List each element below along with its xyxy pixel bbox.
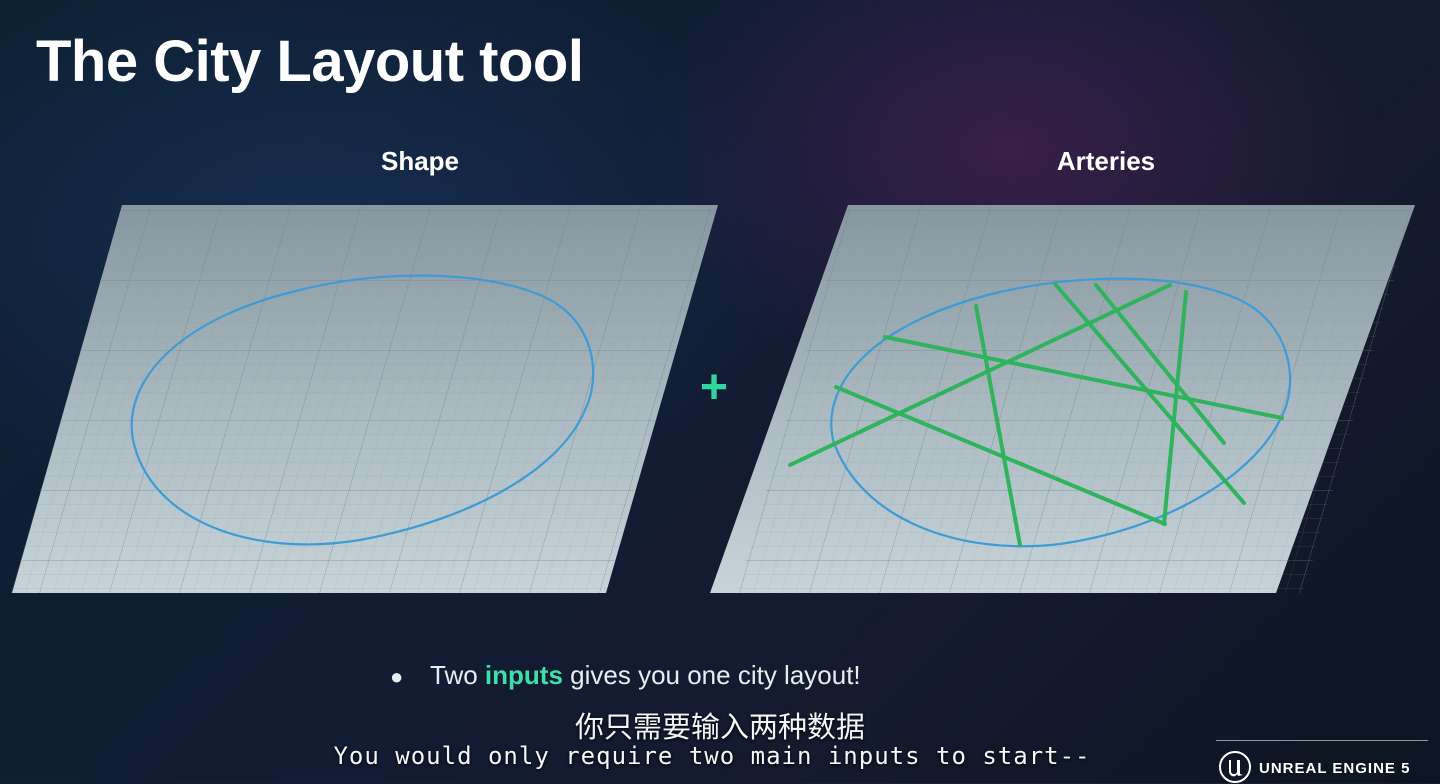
arteries-panel	[710, 205, 1415, 593]
bullet-text-after: gives you one city layout!	[562, 660, 861, 690]
bullet-point: ● Two inputs gives you one city layout!	[390, 660, 861, 691]
shape-panel	[10, 205, 718, 593]
unreal-engine-wordmark: UNREAL ENGINE 5	[1259, 760, 1411, 777]
bullet-text-before: Two	[430, 660, 485, 690]
branding-divider	[1216, 740, 1428, 741]
subtitle-english: You would only require two main inputs t…	[333, 742, 1091, 770]
plus-operator: +	[700, 361, 729, 414]
unreal-engine-logo-icon	[1219, 751, 1251, 783]
bullet-dot-icon: ●	[390, 664, 404, 689]
bullet-highlight: inputs	[484, 660, 563, 690]
